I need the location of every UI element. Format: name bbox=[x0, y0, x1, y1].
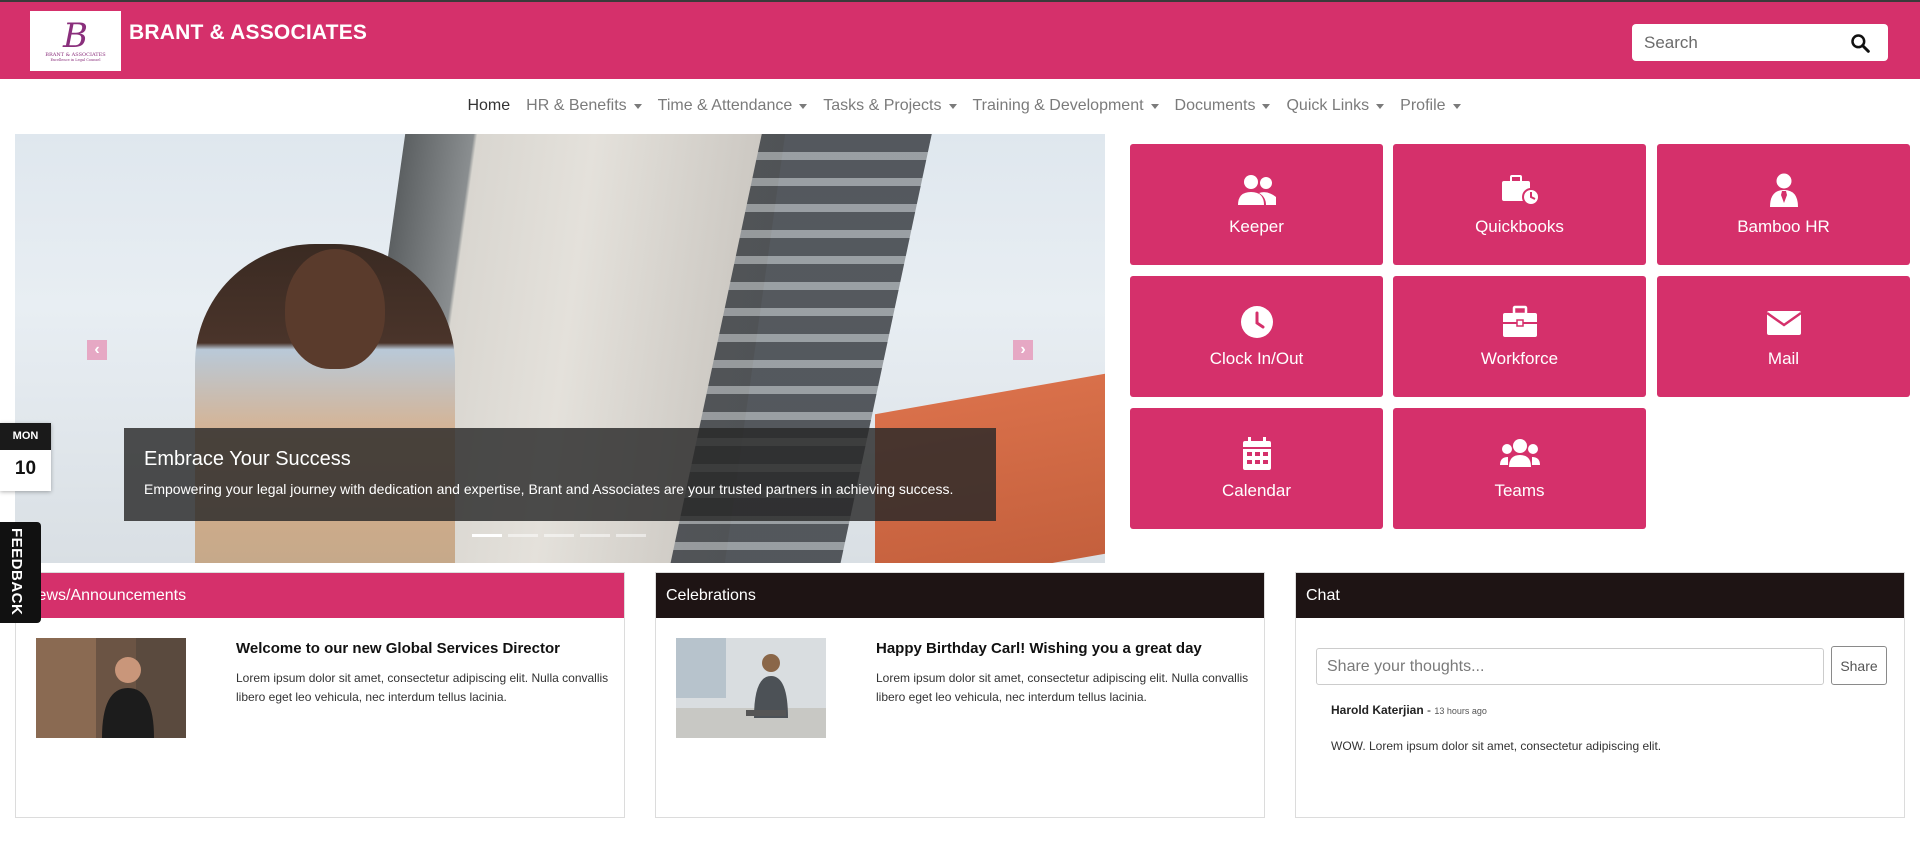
news-image bbox=[36, 638, 186, 738]
nav-item-tasks-projects[interactable]: Tasks & Projects bbox=[823, 94, 957, 118]
caret-down-icon bbox=[948, 104, 957, 109]
nav-item-profile[interactable]: Profile bbox=[1400, 94, 1461, 118]
hero-carousel: ‹ › Embrace Your Success Empowering your… bbox=[15, 134, 1105, 563]
tile-calendar[interactable]: Calendar bbox=[1130, 408, 1383, 529]
chat-message: WOW. Lorem ipsum dolor sit amet, consect… bbox=[1331, 739, 1662, 753]
chat-timestamp: 13 hours ago bbox=[1434, 706, 1487, 716]
nav-label: Profile bbox=[1400, 97, 1446, 114]
carousel-prev-button[interactable]: ‹ bbox=[87, 340, 107, 360]
carousel-indicator[interactable] bbox=[508, 534, 538, 537]
brand-name: BRANT & ASSOCIATES bbox=[129, 21, 368, 44]
news-panel-title: News/Announcements bbox=[16, 573, 624, 618]
nav-item-hr-benefits[interactable]: HR & Benefits bbox=[526, 94, 642, 118]
carousel-indicator[interactable] bbox=[544, 534, 574, 537]
nav-item-documents[interactable]: Documents bbox=[1175, 94, 1271, 118]
carousel-indicators bbox=[472, 534, 646, 537]
caret-down-icon bbox=[1452, 104, 1461, 109]
feedback-label: FEEDBACK bbox=[8, 528, 25, 616]
logo-letter: B bbox=[63, 16, 88, 56]
nav-label: Tasks & Projects bbox=[823, 97, 942, 114]
clock-icon bbox=[1240, 305, 1273, 338]
tile-teams[interactable]: Teams bbox=[1393, 408, 1646, 529]
tile-mail[interactable]: Mail bbox=[1657, 276, 1910, 397]
chat-separator: - bbox=[1423, 703, 1435, 717]
search-icon[interactable] bbox=[1850, 33, 1870, 53]
celebrations-panel: Celebrations Happy Birthday Carl! Wishin… bbox=[655, 572, 1265, 818]
tile-keeper[interactable]: Keeper bbox=[1130, 144, 1383, 265]
chevron-left-icon: ‹ bbox=[94, 341, 100, 358]
chevron-right-icon: › bbox=[1020, 341, 1026, 358]
chat-input[interactable] bbox=[1316, 648, 1824, 685]
chat-message-header: Harold Katerjian - 13 hours ago bbox=[1331, 703, 1487, 717]
tile-workforce[interactable]: Workforce bbox=[1393, 276, 1646, 397]
caret-down-icon bbox=[1262, 104, 1271, 109]
carousel-indicator[interactable] bbox=[580, 534, 610, 537]
celebration-image bbox=[676, 638, 826, 738]
nav-item-time-attendance[interactable]: Time & Attendance bbox=[658, 94, 808, 118]
carousel-next-button[interactable]: › bbox=[1013, 340, 1033, 360]
nav-label: Home bbox=[467, 97, 511, 114]
caret-down-icon bbox=[1150, 104, 1159, 109]
site-header: B BRANT & ASSOCIATES Excellence in Legal… bbox=[0, 2, 1920, 79]
search-box bbox=[1632, 24, 1888, 61]
caret-down-icon bbox=[1376, 104, 1385, 109]
nav-item-home[interactable]: Home bbox=[467, 94, 510, 118]
chat-panel-title: Chat bbox=[1296, 573, 1904, 618]
celebration-item-title[interactable]: Happy Birthday Carl! Wishing you a great… bbox=[876, 640, 1202, 657]
share-button[interactable]: Share bbox=[1831, 646, 1887, 685]
carousel-indicator[interactable] bbox=[472, 534, 502, 537]
tile-label: Teams bbox=[1494, 480, 1545, 500]
briefcase-clock-icon bbox=[1501, 174, 1540, 206]
caret-down-icon bbox=[633, 104, 642, 109]
tile-label: Clock In/Out bbox=[1209, 348, 1304, 368]
tile-quickbooks[interactable]: Quickbooks bbox=[1393, 144, 1646, 265]
date-number: 10 bbox=[14, 458, 37, 479]
celebration-item-body: Lorem ipsum dolor sit amet, consectetur … bbox=[876, 671, 1249, 704]
nav-item-quick-links[interactable]: Quick Links bbox=[1286, 94, 1385, 118]
news-item-body: Lorem ipsum dolor sit amet, consectetur … bbox=[236, 671, 609, 704]
nav-label: Time & Attendance bbox=[657, 97, 793, 114]
tile-label: Workforce bbox=[1480, 348, 1559, 368]
search-input[interactable] bbox=[1632, 32, 1837, 53]
carousel-caption: Embrace Your Success Empowering your leg… bbox=[124, 428, 996, 521]
user-tie-icon bbox=[1769, 173, 1798, 207]
briefcase-icon bbox=[1502, 305, 1537, 337]
nav-label: Quick Links bbox=[1286, 97, 1370, 114]
team-icon bbox=[1499, 438, 1540, 467]
news-item-title[interactable]: Welcome to our new Global Services Direc… bbox=[236, 640, 560, 657]
news-panel: News/Announcements Welcome to our new Gl… bbox=[15, 572, 625, 818]
hero-person-head bbox=[285, 249, 385, 369]
nav-label: Training & Development bbox=[972, 97, 1144, 114]
tile-label: Keeper bbox=[1229, 216, 1284, 236]
logo-tagline: Excellence in Legal Counsel bbox=[50, 58, 101, 62]
carousel-indicator[interactable] bbox=[616, 534, 646, 537]
tile-clock-in-out[interactable]: Clock In/Out bbox=[1130, 276, 1383, 397]
chat-panel: Chat Share Harold Katerjian - 13 hours a… bbox=[1295, 572, 1905, 818]
users-icon bbox=[1237, 174, 1276, 205]
carousel-title: Embrace Your Success bbox=[144, 448, 351, 470]
carousel-text: Empowering your legal journey with dedic… bbox=[144, 481, 954, 497]
nav-label: Documents bbox=[1174, 97, 1256, 114]
company-logo[interactable]: B BRANT & ASSOCIATES Excellence in Legal… bbox=[30, 11, 121, 71]
tile-label: Bamboo HR bbox=[1737, 216, 1830, 236]
date-day: MON bbox=[0, 423, 51, 450]
tile-label: Calendar bbox=[1222, 480, 1291, 500]
feedback-tab[interactable]: FEEDBACK bbox=[0, 522, 41, 623]
chat-author: Harold Katerjian bbox=[1331, 703, 1424, 717]
tile-label: Quickbooks bbox=[1475, 216, 1564, 236]
nav-item-training-development[interactable]: Training & Development bbox=[973, 94, 1159, 118]
tile-bamboo-hr[interactable]: Bamboo HR bbox=[1657, 144, 1910, 265]
tile-label: Mail bbox=[1767, 348, 1800, 368]
calendar-icon bbox=[1242, 436, 1271, 470]
date-widget: MON 10 bbox=[0, 423, 51, 491]
caret-down-icon bbox=[799, 104, 808, 109]
nav-label: HR & Benefits bbox=[526, 97, 627, 114]
envelope-icon bbox=[1765, 310, 1802, 335]
celebrations-panel-title: Celebrations bbox=[656, 573, 1264, 618]
main-nav: Home HR & Benefits Time & Attendance Tas… bbox=[0, 94, 1920, 118]
